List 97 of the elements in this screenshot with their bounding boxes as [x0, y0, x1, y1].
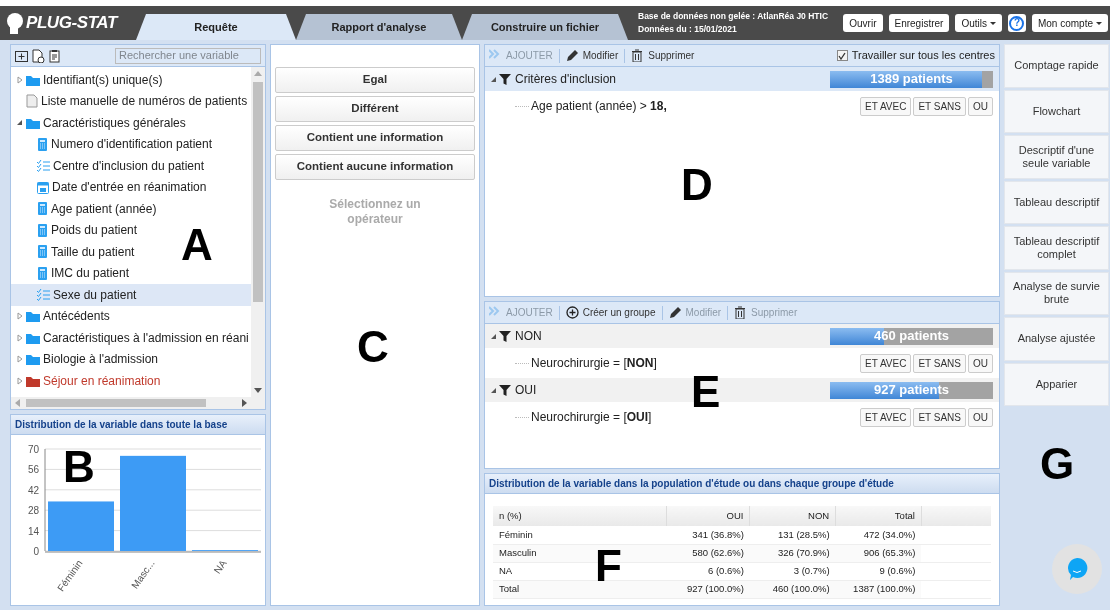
tree-item[interactable]: Age patient (année) [11, 198, 159, 220]
table-cell: 460 (100.0%) [772, 582, 830, 594]
header-button[interactable]: Ouvrir [843, 14, 883, 32]
column-header: Total [835, 506, 922, 526]
tree-item[interactable]: Antécédents [11, 305, 112, 327]
logic-button[interactable]: ET AVEC [860, 96, 912, 116]
condition-text: Neurochirurgie = [OUI] [531, 409, 652, 426]
table-cell: 580 (62.6%) [692, 546, 744, 558]
toolbar-button[interactable]: Créer un groupe [565, 305, 656, 320]
tree-item[interactable]: IMC du patient [11, 262, 132, 284]
operator-button[interactable]: Contient une information [275, 125, 475, 151]
panel-letter: A [181, 223, 213, 267]
condition-text: Neurochirurgie = [NON] [531, 355, 657, 372]
logic-button[interactable]: OU [968, 353, 993, 373]
table-cell: 131 (28.5%) [777, 528, 830, 540]
axis-tick-label: 56 [27, 464, 39, 476]
group-title: Critères d'inclusion [515, 71, 616, 88]
axis-category-label: NA [211, 557, 229, 576]
axis-tick-label: 70 [27, 444, 39, 455]
tree-item[interactable]: Poids du patient [11, 219, 140, 241]
table-cell: Masculin [499, 546, 537, 558]
panel-title: Distribution de la variable dans toute la base [15, 418, 228, 432]
table-cell: 6 (0.6%) [708, 564, 744, 576]
toolbar-button[interactable]: Modifier [565, 48, 619, 63]
logic-button[interactable]: OU [968, 407, 993, 427]
tree-item[interactable]: Centre d'inclusion du patient [11, 155, 207, 177]
operator-button[interactable]: Différent [275, 96, 475, 122]
column-header: NON [749, 506, 836, 526]
condition-text: Age patient (année) > 18, [531, 98, 667, 115]
table-cell: 906 (65.3%) [863, 546, 916, 558]
tree-item[interactable]: Date d'entrée en réanimation [11, 176, 209, 198]
analysis-button[interactable]: Tableau descriptif complet [1004, 226, 1109, 270]
panel-letter: B [63, 445, 95, 489]
all-centres-checkbox[interactable]: Travailler sur tous les centres [836, 47, 995, 64]
axis-tick-label: 28 [27, 505, 39, 517]
analysis-button[interactable]: Flowchart [1004, 89, 1109, 133]
panel-title: Distribution de la variable dans la population d'étude ou dans chaque groupe d'étude [489, 477, 894, 491]
operator-button[interactable]: Egal [275, 67, 475, 93]
table-cell: 326 (70.9%) [777, 546, 830, 558]
operator-hint: Sélectionnez un opérateur [328, 197, 422, 227]
tree-item[interactable]: Biologie à l'admission [11, 348, 161, 370]
dropdown-button[interactable]: Outils [955, 14, 1002, 32]
table-cell: 341 (36.8%) [692, 528, 744, 540]
tree-item[interactable]: Caractéristiques générales [11, 112, 188, 134]
analysis-button[interactable]: Apparier [1004, 362, 1109, 406]
database-info: Données du : 15/01/2021 [638, 23, 738, 36]
tree-item[interactable]: Séjour en réanimation [11, 370, 163, 392]
tree-item[interactable]: Sexe du patient [11, 284, 251, 306]
table-cell: Total [499, 582, 520, 594]
axis-tick-label: 42 [27, 484, 39, 496]
logic-button[interactable]: ET SANS [913, 96, 966, 116]
tab[interactable]: Rapport d'analyse [296, 14, 462, 40]
table-cell: NA [499, 564, 513, 576]
database-info: Base de données non gelée : AtlanRéa J0 HTIC [638, 10, 829, 23]
table-cell: 472 (34.0%) [863, 528, 916, 540]
analysis-button[interactable]: Descriptif d'une seule variable [1004, 135, 1109, 179]
logic-button[interactable]: ET SANS [913, 353, 966, 373]
analysis-button[interactable]: Comptage rapide [1004, 44, 1109, 88]
group-title: OUI [515, 382, 537, 399]
table-cell: Féminin [499, 528, 533, 540]
dropdown-button[interactable]: Mon compte [1031, 14, 1108, 32]
header-button[interactable]: Enregistrer [888, 14, 950, 32]
patient-count: 927 patients [872, 381, 951, 399]
search-field[interactable]: Rechercher une variable [115, 47, 261, 64]
app-logo: PLUG-STAT [26, 12, 117, 35]
tree-item[interactable]: Identifiant(s) unique(s) [11, 69, 165, 91]
logic-button[interactable]: ET SANS [913, 407, 966, 427]
axis-tick-label: 14 [27, 525, 39, 537]
analysis-button[interactable]: Analyse de survie brute [1004, 271, 1109, 315]
logic-button[interactable]: OU [968, 96, 993, 116]
table-cell: 927 (100.0%) [686, 582, 744, 594]
toolbar-button[interactable]: Supprimer [631, 48, 695, 63]
panel-letter: F [595, 544, 622, 588]
panel-letter: G [1040, 442, 1075, 486]
column-header: n (%) [493, 506, 667, 526]
tree-item[interactable]: Liste manuelle de numéros de patients [11, 90, 250, 112]
operator-button[interactable]: Contient aucune information [275, 154, 475, 180]
group-title: NON [515, 328, 542, 345]
axis-tick-label: 0 [33, 546, 39, 557]
tab[interactable]: Construire un fichier [462, 14, 628, 40]
patient-count: 1389 patients [869, 70, 954, 88]
analysis-button[interactable]: Analyse ajustée [1004, 317, 1109, 361]
tree-item[interactable]: Numero d'identification patient [11, 133, 215, 155]
table-cell: 9 (0.6%) [879, 564, 916, 576]
panel-letter: D [681, 163, 713, 207]
column-header: OUI [666, 506, 750, 526]
panel-letter: E [691, 370, 721, 414]
logic-button[interactable]: ET AVEC [860, 407, 912, 427]
tree-item[interactable]: Caractéristiques à l'admission en réani [11, 327, 251, 349]
panel-letter: C [357, 325, 389, 369]
table-cell: 3 (0.7%) [793, 564, 830, 576]
help-button[interactable]: ? [1007, 14, 1026, 32]
analysis-button[interactable]: Tableau descriptif [1004, 180, 1109, 224]
table-cell: 1387 (100.0%) [853, 582, 916, 594]
tab[interactable]: Requête [136, 14, 296, 40]
logic-button[interactable]: ET AVEC [860, 353, 912, 373]
tree-item[interactable]: Taille du patient [11, 241, 137, 263]
